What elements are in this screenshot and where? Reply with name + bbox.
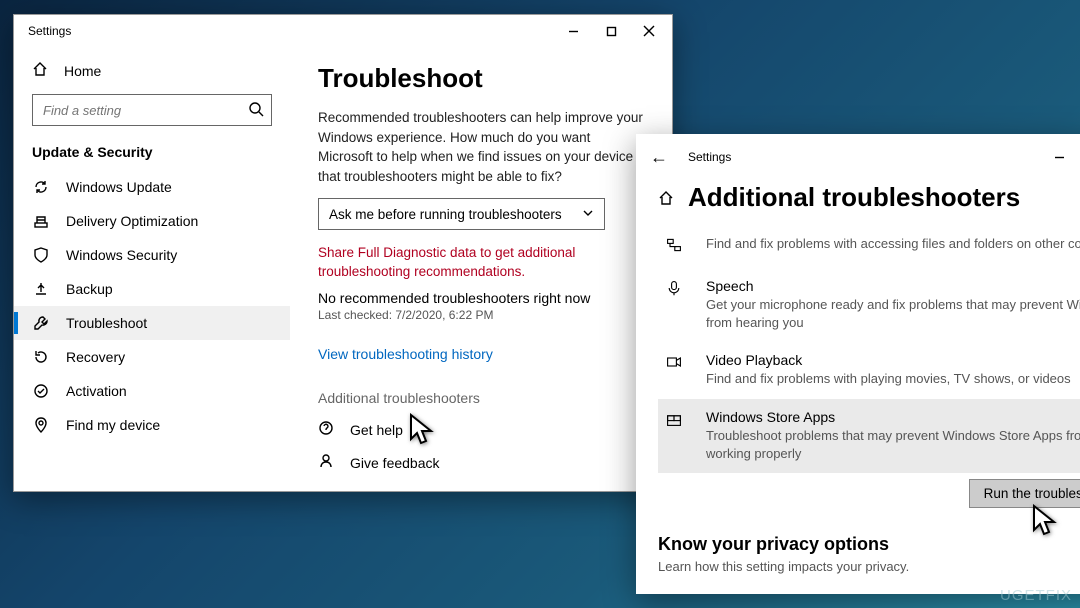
sidebar-item-delivery-optimization[interactable]: Delivery Optimization <box>14 204 290 238</box>
troubleshoot-description: Recommended troubleshooters can help imp… <box>318 108 644 186</box>
page-heading: Troubleshoot <box>318 63 644 94</box>
feedback-icon <box>318 453 336 472</box>
home-label: Home <box>64 63 101 79</box>
search-icon <box>248 101 264 122</box>
troubleshooter-item-windows-store-apps[interactable]: Windows Store Apps Troubleshoot problems… <box>658 399 1080 473</box>
sync-icon <box>32 179 50 195</box>
troubleshooter-item-video-playback[interactable]: Video Playback Find and fix problems wit… <box>658 342 1080 398</box>
sidebar-item-windows-security[interactable]: Windows Security <box>14 238 290 272</box>
window-title: Settings <box>28 24 554 38</box>
sidebar-item-label: Windows Security <box>66 247 177 263</box>
page-heading: Additional troubleshooters <box>688 182 1020 213</box>
window-body: Home Update & Security Windows Update De… <box>14 47 672 491</box>
sidebar-item-label: Activation <box>66 383 127 399</box>
help-icon <box>318 420 336 439</box>
recovery-icon <box>32 349 50 365</box>
get-help-link[interactable]: Get help <box>318 420 644 439</box>
sidebar-item-activation[interactable]: Activation <box>14 374 290 408</box>
sidebar-item-label: Find my device <box>66 417 160 433</box>
sidebar-item-label: Backup <box>66 281 113 297</box>
sidebar-item-troubleshoot[interactable]: Troubleshoot <box>14 306 290 340</box>
sidebar-item-find-my-device[interactable]: Find my device <box>14 408 290 442</box>
delivery-icon <box>32 213 50 229</box>
settings-window-main: Settings Home Update & Security Windows … <box>13 14 673 492</box>
get-help-label: Get help <box>350 422 403 438</box>
settings-window-additional: ← Settings Additional troubleshooters Fi… <box>636 134 1080 594</box>
wrench-icon <box>32 315 50 331</box>
last-checked-text: Last checked: 7/2/2020, 6:22 PM <box>318 308 644 322</box>
troubleshooter-desc: Get your microphone ready and fix proble… <box>706 296 1080 332</box>
give-feedback-label: Give feedback <box>350 455 440 471</box>
back-button[interactable]: ← <box>650 147 668 168</box>
sidebar: Home Update & Security Windows Update De… <box>14 47 290 491</box>
troubleshooter-desc: Find and fix problems with playing movie… <box>706 370 1071 388</box>
backup-icon <box>32 281 50 297</box>
titlebar: ← Settings <box>636 134 1080 180</box>
search-input[interactable] <box>32 94 272 126</box>
privacy-heading: Know your privacy options <box>658 534 1080 555</box>
view-history-link[interactable]: View troubleshooting history <box>318 346 644 362</box>
troubleshooter-item-speech[interactable]: Speech Get your microphone ready and fix… <box>658 268 1080 342</box>
sidebar-item-backup[interactable]: Backup <box>14 272 290 306</box>
minimize-button[interactable] <box>554 16 592 46</box>
titlebar: Settings <box>14 15 672 47</box>
troubleshooter-desc: Troubleshoot problems that may prevent W… <box>706 427 1080 463</box>
run-troubleshooter-button[interactable]: Run the troubleshooter <box>969 479 1080 508</box>
chevron-down-icon <box>582 207 594 222</box>
sidebar-item-label: Troubleshoot <box>66 315 147 331</box>
dropdown-value: Ask me before running troubleshooters <box>329 207 562 222</box>
additional-troubleshooters-link[interactable]: Additional troubleshooters <box>318 390 644 406</box>
network-icon <box>666 235 688 258</box>
troubleshooter-desc: Find and fix problems with accessing fil… <box>706 235 1080 253</box>
home-icon[interactable] <box>658 190 674 211</box>
sidebar-item-recovery[interactable]: Recovery <box>14 340 290 374</box>
home-nav[interactable]: Home <box>14 53 290 88</box>
close-button[interactable] <box>630 16 668 46</box>
video-icon <box>666 352 688 388</box>
search-container <box>32 94 272 126</box>
troubleshooter-title: Windows Store Apps <box>706 409 1080 425</box>
main-content: Troubleshoot Recommended troubleshooters… <box>290 47 672 491</box>
activation-icon <box>32 383 50 399</box>
diagnostic-data-link[interactable]: Share Full Diagnostic data to get additi… <box>318 244 644 282</box>
find-icon <box>32 417 50 433</box>
window-body: Additional troubleshooters Find and fix … <box>636 180 1080 608</box>
home-icon <box>32 61 48 80</box>
troubleshooter-title: Video Playback <box>706 352 1071 368</box>
section-heading: Update & Security <box>14 140 290 170</box>
mic-icon <box>666 278 688 332</box>
minimize-button[interactable] <box>1040 142 1078 172</box>
troubleshooter-item-shared-folders[interactable]: Find and fix problems with accessing fil… <box>658 225 1080 268</box>
window-title: Settings <box>688 150 731 164</box>
store-icon <box>666 409 688 463</box>
sidebar-item-label: Delivery Optimization <box>66 213 198 229</box>
give-feedback-link[interactable]: Give feedback <box>318 453 644 472</box>
troubleshooter-title: Speech <box>706 278 1080 294</box>
sidebar-item-label: Windows Update <box>66 179 172 195</box>
no-recommendations-text: No recommended troubleshooters right now <box>318 290 644 306</box>
troubleshooter-preference-dropdown[interactable]: Ask me before running troubleshooters <box>318 198 605 230</box>
shield-icon <box>32 247 50 263</box>
watermark: UGETFIX <box>1000 587 1072 604</box>
maximize-button[interactable] <box>592 16 630 46</box>
sidebar-item-windows-update[interactable]: Windows Update <box>14 170 290 204</box>
privacy-desc: Learn how this setting impacts your priv… <box>658 559 1080 574</box>
sidebar-item-label: Recovery <box>66 349 125 365</box>
